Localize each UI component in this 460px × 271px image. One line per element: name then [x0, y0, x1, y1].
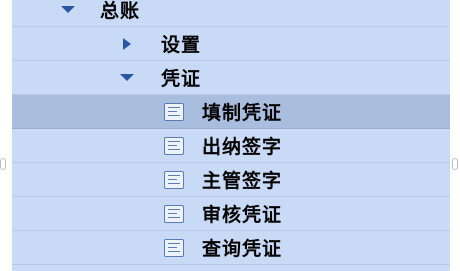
document-icon	[164, 238, 184, 257]
expand-arrow-icon[interactable]	[117, 68, 137, 88]
tree-leaf-label: 查询凭证	[202, 238, 283, 260]
right-edge-mark	[452, 158, 458, 170]
document-icon	[164, 136, 184, 155]
nav-tree-panel: 总账 设置 凭证 填制凭证 出纳签字 主管签字 审核凭证 查询凭证	[12, 0, 450, 271]
tree-leaf-label: 出纳签字	[202, 136, 283, 158]
expand-arrow-icon[interactable]	[58, 0, 78, 20]
tree-leaf-fill-voucher[interactable]: 填制凭证	[12, 95, 450, 129]
document-icon	[164, 204, 184, 223]
left-edge-mark	[0, 158, 6, 170]
tree-leaf-label: 填制凭证	[202, 102, 283, 124]
tree-leaf-query-voucher[interactable]: 查询凭证	[12, 231, 450, 265]
tree-node-voucher[interactable]: 凭证	[12, 61, 450, 95]
tree-node-label: 设置	[161, 34, 202, 56]
tree-leaf-label: 审核凭证	[202, 204, 283, 226]
tree-leaf-audit-voucher[interactable]: 审核凭证	[12, 197, 450, 231]
tree-leaf-supervisor-sign[interactable]: 主管签字	[12, 163, 450, 197]
collapsed-arrow-icon[interactable]	[117, 34, 137, 54]
tree-node-general-ledger[interactable]: 总账	[12, 0, 450, 27]
tree-leaf-cashier-sign[interactable]: 出纳签字	[12, 129, 450, 163]
document-icon	[164, 170, 184, 189]
document-icon	[164, 102, 184, 121]
tree-node-label: 凭证	[161, 68, 202, 90]
tree-leaf-label: 主管签字	[202, 170, 283, 192]
tree-node-label: 总账	[100, 0, 141, 22]
tree-node-settings[interactable]: 设置	[12, 27, 450, 61]
